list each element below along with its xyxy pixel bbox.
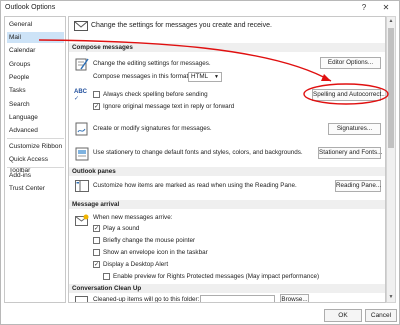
sidebar-item-advanced[interactable]: Advanced	[7, 125, 64, 136]
signatures-text: Create or modify signatures for messages…	[93, 125, 212, 132]
ok-button[interactable]: OK	[324, 309, 362, 322]
when-new-arrive-label: When new messages arrive:	[93, 214, 173, 221]
desktop-alert-label: Display a Desktop Alert	[103, 261, 169, 268]
abc-label: ABC	[74, 89, 87, 95]
sidebar-item-language[interactable]: Language	[7, 112, 64, 123]
window-title: Outlook Options	[5, 4, 56, 11]
spelling-abc-icon: ABC ✓	[74, 89, 90, 103]
sidebar-item-people[interactable]: People	[7, 72, 64, 83]
vertical-scrollbar[interactable]: ▲ ▼	[386, 16, 396, 303]
mail-header-text: Change the settings for messages you cre…	[91, 22, 272, 29]
compose-format-select[interactable]: HTML ▼	[188, 72, 222, 82]
sidebar: General Mail Calendar Groups People Task…	[4, 16, 66, 303]
scroll-down-icon[interactable]: ▼	[387, 293, 395, 302]
editor-options-button[interactable]: Editor Options...	[320, 57, 381, 69]
title-bar: Outlook Options ? ✕	[1, 1, 399, 15]
sidebar-item-tasks[interactable]: Tasks	[7, 85, 64, 96]
new-mail-icon	[75, 214, 89, 226]
change-mouse-pointer-label: Briefly change the mouse pointer	[103, 237, 196, 244]
editing-settings-text: Change the editing settings for messages…	[93, 60, 211, 67]
desktop-alert-checkbox[interactable]: ✓	[93, 261, 100, 268]
mail-settings-panel: Change the settings for messages you cre…	[68, 16, 386, 303]
signatures-button[interactable]: Signatures...	[328, 123, 381, 135]
help-button[interactable]: ?	[357, 2, 371, 14]
section-compose-messages: Compose messages	[69, 43, 385, 52]
sidebar-item-calendar[interactable]: Calendar	[7, 45, 64, 56]
section-message-arrival: Message arrival	[69, 200, 385, 209]
envelope-taskbar-checkbox[interactable]	[93, 249, 100, 256]
always-check-spelling-label: Always check spelling before sending	[103, 91, 208, 98]
sidebar-item-groups[interactable]: Groups	[7, 59, 64, 70]
reading-pane-icon	[75, 180, 89, 192]
reading-pane-text: Customize how items are marked as read w…	[93, 182, 297, 189]
browse-button[interactable]: Browse...	[280, 294, 309, 302]
scroll-up-icon[interactable]: ▲	[387, 17, 395, 26]
cleanup-folder-label: Cleaned-up items will go to this folder:	[93, 296, 200, 303]
signature-icon	[75, 122, 88, 136]
stationery-text: Use stationery to change default fonts a…	[93, 149, 303, 156]
change-mouse-pointer-checkbox[interactable]	[93, 237, 100, 244]
stationery-icon	[75, 147, 89, 161]
stationery-fonts-button[interactable]: Stationery and Fonts...	[318, 147, 382, 159]
pen-paper-icon	[75, 58, 89, 71]
sidebar-divider	[7, 138, 64, 139]
compose-format-label: Compose messages in this format:	[93, 73, 190, 80]
scrollbar-thumb[interactable]	[388, 28, 394, 148]
sidebar-divider	[7, 167, 64, 168]
close-button[interactable]: ✕	[379, 2, 393, 14]
rights-protected-preview-checkbox[interactable]	[103, 273, 110, 280]
sidebar-item-mail[interactable]: Mail	[7, 32, 64, 43]
sidebar-item-trust-center[interactable]: Trust Center	[7, 183, 64, 194]
always-check-spelling-checkbox[interactable]	[93, 91, 100, 98]
sidebar-item-search[interactable]: Search	[7, 99, 64, 110]
section-outlook-panes: Outlook panes	[69, 167, 385, 176]
sidebar-item-add-ins[interactable]: Add-ins	[7, 170, 64, 181]
spelling-autocorrect-button[interactable]: Spelling and Autocorrect...	[312, 89, 385, 101]
envelope-taskbar-label: Show an envelope icon in the taskbar	[103, 249, 208, 256]
sidebar-item-general[interactable]: General	[7, 19, 64, 30]
rights-protected-preview-label: Enable preview for Rights Protected mess…	[113, 273, 320, 280]
ignore-original-label: Ignore original message text in reply or…	[103, 103, 235, 110]
play-sound-checkbox[interactable]: ✓	[93, 225, 100, 232]
cleanup-icon	[75, 296, 88, 302]
ignore-original-checkbox[interactable]: ✓	[93, 103, 100, 110]
play-sound-label: Play a sound	[103, 225, 140, 232]
envelope-icon	[74, 21, 88, 31]
cleanup-folder-input[interactable]	[200, 295, 275, 302]
sidebar-item-quick-access-toolbar[interactable]: Quick Access Toolbar	[7, 154, 64, 174]
section-conversation-cleanup: Conversation Clean Up	[69, 284, 385, 293]
check-icon: ✓	[74, 96, 80, 102]
outlook-options-window: Outlook Options ? ✕ General Mail Calenda…	[0, 0, 400, 325]
chevron-down-icon: ▼	[214, 74, 219, 80]
compose-format-value: HTML	[191, 73, 209, 80]
cancel-button[interactable]: Cancel	[365, 309, 397, 322]
sidebar-item-customize-ribbon[interactable]: Customize Ribbon	[7, 141, 64, 152]
reading-pane-button[interactable]: Reading Pane...	[335, 180, 381, 192]
